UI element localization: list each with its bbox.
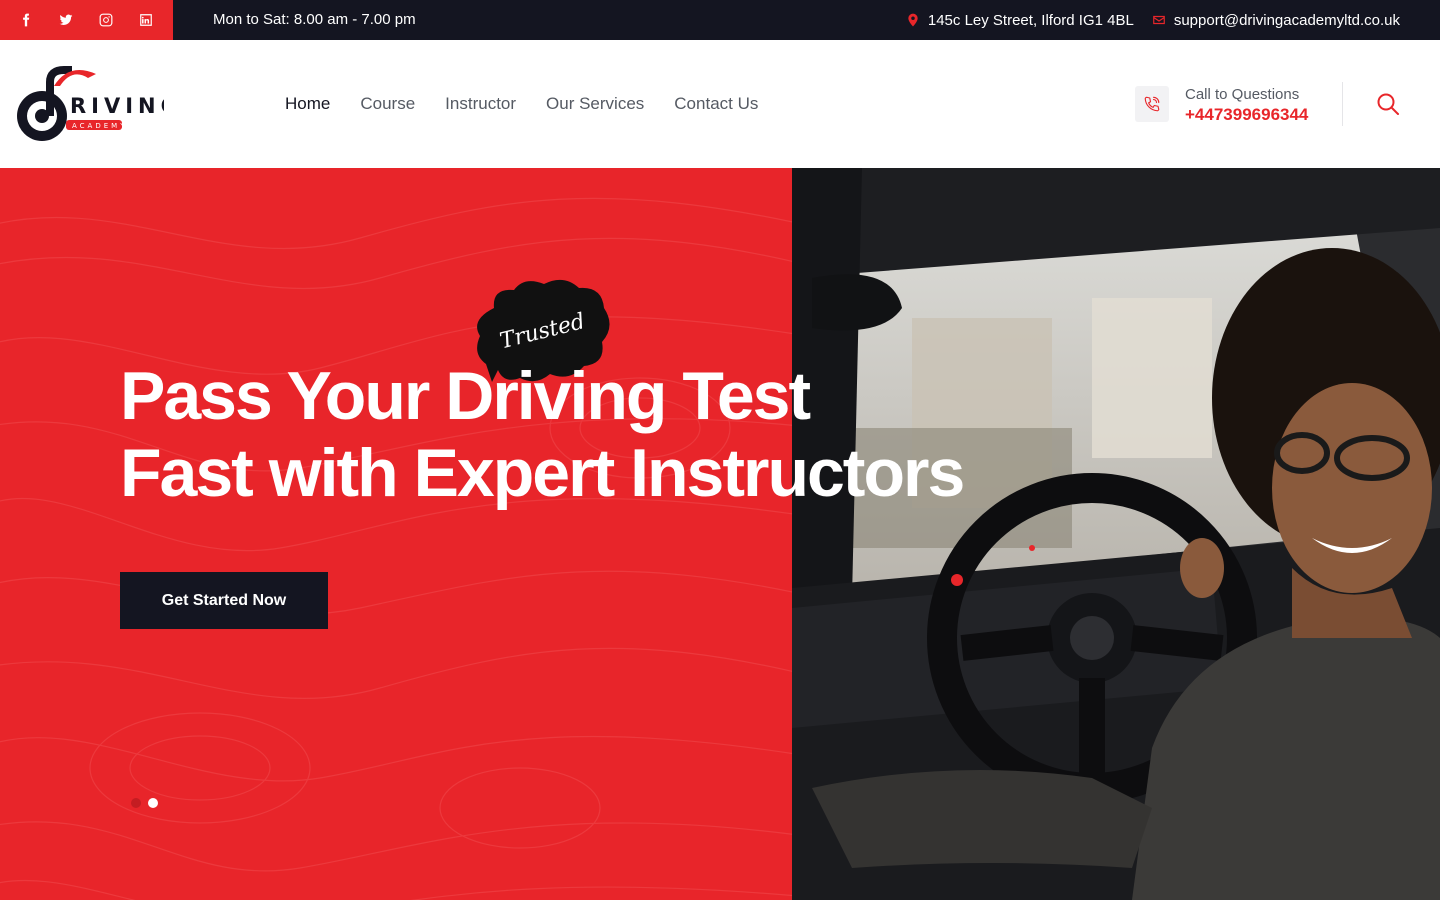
logo[interactable]: RIVING ACADEMY — [14, 64, 164, 146]
svg-text:RIVING: RIVING — [70, 94, 164, 118]
hero-red-panel — [0, 168, 792, 900]
hero-title-line2: Fast with Expert Instructors — [120, 435, 965, 511]
main-nav: Home Course Instructor Our Services Cont… — [285, 40, 758, 168]
envelope-icon — [1152, 15, 1165, 25]
social-links — [0, 0, 173, 40]
email-link[interactable]: support@drivingacademyltd.co.uk — [1174, 12, 1400, 29]
site-header: RIVING ACADEMY Home Course Instructor Ou… — [0, 40, 1440, 168]
address-text: 145c Ley Street, Ilford IG1 4BL — [927, 11, 1134, 29]
call-label: Call to Questions — [1185, 86, 1300, 103]
hero-title-line1: Pass Your Driving Test — [120, 358, 811, 434]
nav-course[interactable]: Course — [360, 94, 415, 114]
hero-title: Pass Your Driving Test Fast with Expert … — [120, 358, 965, 512]
call-number[interactable]: +447399696344 — [1185, 105, 1308, 125]
top-bar: Mon to Sat: 8.00 am - 7.00 pm 145c Ley S… — [0, 0, 1440, 40]
twitter-icon[interactable] — [46, 0, 86, 40]
address-item: 145c Ley Street, Ilford IG1 4BL — [906, 12, 1134, 29]
business-hours: Mon to Sat: 8.00 am - 7.00 pm — [213, 11, 416, 28]
linkedin-icon[interactable] — [126, 0, 166, 40]
get-started-button[interactable]: Get Started Now — [120, 572, 328, 629]
header-divider — [1342, 82, 1343, 126]
call-box[interactable]: Call to Questions +447399696344 — [1135, 86, 1308, 126]
phone-icon — [1135, 86, 1169, 122]
nav-home[interactable]: Home — [285, 94, 330, 114]
top-contact: 145c Ley Street, Ilford IG1 4BL support@… — [906, 0, 1400, 40]
topographic-pattern — [0, 197, 792, 900]
svg-text:ACADEMY: ACADEMY — [72, 122, 127, 130]
email-item[interactable]: support@drivingacademyltd.co.uk — [1152, 12, 1400, 29]
slider-dot-2[interactable] — [148, 798, 158, 808]
slider-dots — [131, 798, 158, 808]
nav-instructor[interactable]: Instructor — [445, 94, 516, 114]
hero-photo — [792, 168, 1440, 900]
nav-contact-us[interactable]: Contact Us — [674, 94, 758, 114]
nav-our-services[interactable]: Our Services — [546, 94, 644, 114]
hero-slider: Trusted Pass Your Driving Test Fast with… — [0, 168, 1440, 900]
search-icon[interactable] — [1376, 92, 1400, 116]
instagram-icon[interactable] — [86, 0, 126, 40]
location-pin-icon — [908, 13, 918, 27]
driver-photo — [792, 168, 1440, 900]
slider-dot-1[interactable] — [131, 798, 141, 808]
facebook-icon[interactable] — [6, 0, 46, 40]
